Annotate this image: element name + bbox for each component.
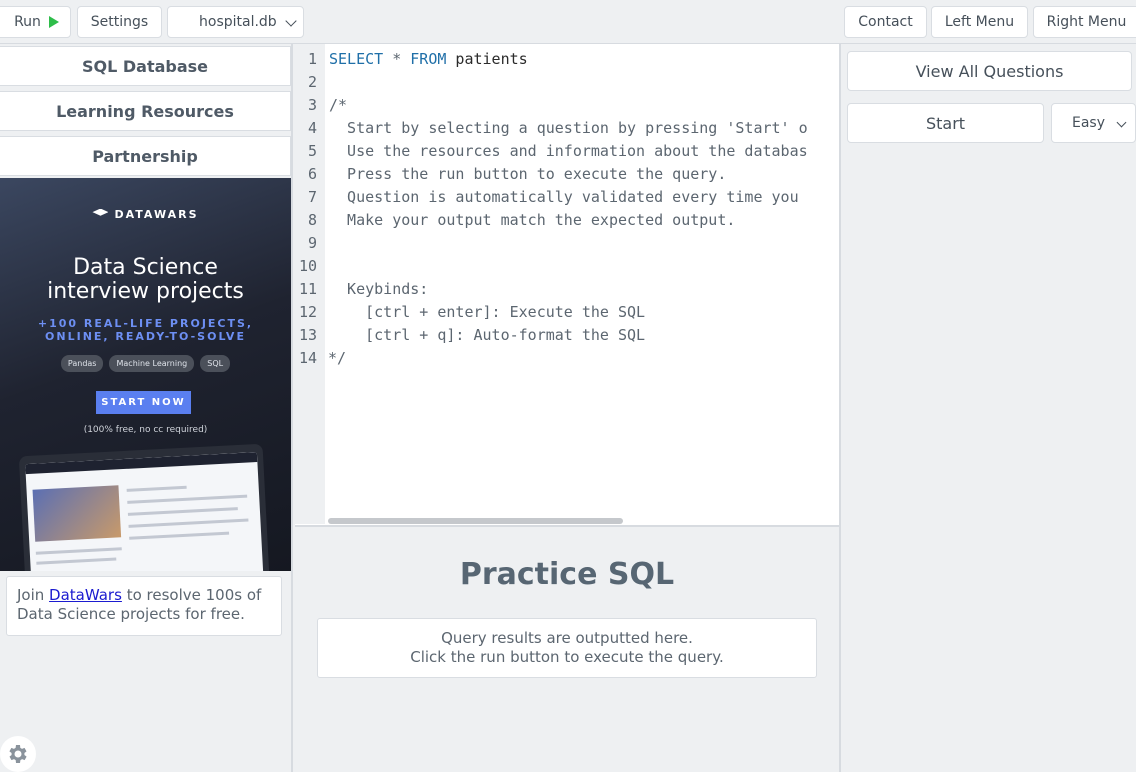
results-title: Practice SQL [459,557,675,592]
database-select[interactable]: hospital.db [167,6,304,38]
run-button[interactable]: Run [0,6,71,38]
ad-subtitle-line1: +100 REAL-LIFE PROJECTS, [37,317,254,330]
sidebar-item-learning-resources[interactable]: Learning Resources [0,91,291,131]
ad-tags: Pandas Machine Learning SQL [0,355,291,372]
code-line: Make your output match the expected outp… [329,211,736,229]
play-icon [48,16,59,28]
results-message-line2: Click the run button to execute the quer… [410,648,724,666]
chevron-down-icon [1116,117,1127,128]
right-panel: View All Questions Start Easy [839,44,1136,772]
line-number-gutter: 1 2 3 4 5 6 7 8 9 10 11 12 13 14 [295,44,325,524]
ad-brand: DATAWARS [114,208,199,221]
code-line: Use the resources and information about … [329,142,808,160]
sql-keyword: FROM [410,50,447,68]
chevron-down-icon [285,15,297,27]
sql-keyword: SELECT [329,50,384,68]
ad-subtitle-line2: ONLINE, READY-TO-SOLVE [45,330,246,343]
ad-title-line1: Data Science [73,255,218,280]
code-line: Keybinds: [329,280,429,298]
datawars-logo: DATAWARS [0,208,291,221]
laptop-screen [25,452,264,571]
sidebar-item-partnership[interactable]: Partnership [0,136,291,176]
start-button[interactable]: Start [847,103,1044,143]
line-number: 1 [307,50,317,68]
editor-horizontal-scrollbar[interactable] [328,518,623,524]
gear-icon[interactable] [0,736,36,772]
line-number: 12 [298,303,317,321]
ad-start-now-button[interactable]: START NOW [96,391,191,414]
ad-tag: SQL [200,355,231,372]
datawars-link[interactable]: DataWars [49,586,122,604]
laptop-illustration [18,443,270,571]
code-line: [ctrl + enter]: Execute the SQL [329,303,646,321]
ad-subtitle: +100 REAL-LIFE PROJECTS, ONLINE, READY-T… [30,317,261,343]
code-line: Start by selecting a question by pressin… [329,119,808,137]
left-menu-button[interactable]: Left Menu [931,6,1028,38]
code-line: /* [329,96,348,114]
run-button-label: Run [14,14,41,30]
code-line: SELECT * FROM patients [329,50,528,68]
left-sidebar: SQL Database Learning Resources Partners… [0,44,293,772]
sidebar-item-sql-database[interactable]: SQL Database [0,46,291,86]
database-select-value: hospital.db [199,14,277,30]
line-number: 13 [298,326,317,344]
results-panel: Practice SQL Query results are outputted… [295,529,839,772]
ad-title-line2: interview projects [47,279,244,304]
sql-editor[interactable]: 1 2 3 4 5 6 7 8 9 10 11 12 13 14 SELECT … [295,44,839,527]
line-number: 8 [307,211,317,229]
join-prefix: Join [17,586,50,604]
code-line: Question is automatically validated ever… [329,188,799,206]
ad-title: Data Science interview projects [0,256,291,304]
line-number: 11 [298,280,317,298]
line-number: 9 [307,234,317,252]
settings-button[interactable]: Settings [77,6,162,38]
table-name-token: patients [446,50,528,68]
ad-tag: Pandas [60,355,104,372]
view-all-questions-button[interactable]: View All Questions [847,51,1132,91]
top-toolbar: Run Settings hospital.db Contact Left Me… [0,0,1136,44]
code-line: [ctrl + q]: Auto-format the SQL [329,326,646,344]
results-message-line1: Query results are outputted here. [441,629,693,647]
difficulty-select[interactable]: Easy [1051,103,1136,143]
right-menu-button[interactable]: Right Menu [1033,6,1136,38]
line-number: 2 [307,73,317,91]
line-number: 6 [307,165,317,183]
query-results-box: Query results are outputted here. Click … [317,618,817,678]
line-number: 14 [298,349,317,367]
difficulty-select-value: Easy [1072,115,1106,131]
code-line: Press the run button to execute the quer… [329,165,727,183]
code-line: */ [328,349,347,367]
ad-note: (100% free, no cc required) [83,425,208,435]
datawars-ad-banner[interactable]: DATAWARS Data Science interview projects… [0,178,291,571]
ad-tag: Machine Learning [109,355,195,372]
contact-button[interactable]: Contact [844,6,927,38]
code-token: * [383,50,411,68]
line-number: 7 [307,188,317,206]
line-number: 3 [307,96,317,114]
line-number: 10 [298,257,317,275]
datawars-logo-icon [92,208,109,216]
line-number: 5 [307,142,317,160]
datawars-promo-text: Join DataWars to resolve 100s of Data Sc… [6,576,282,636]
line-number: 4 [307,119,317,137]
